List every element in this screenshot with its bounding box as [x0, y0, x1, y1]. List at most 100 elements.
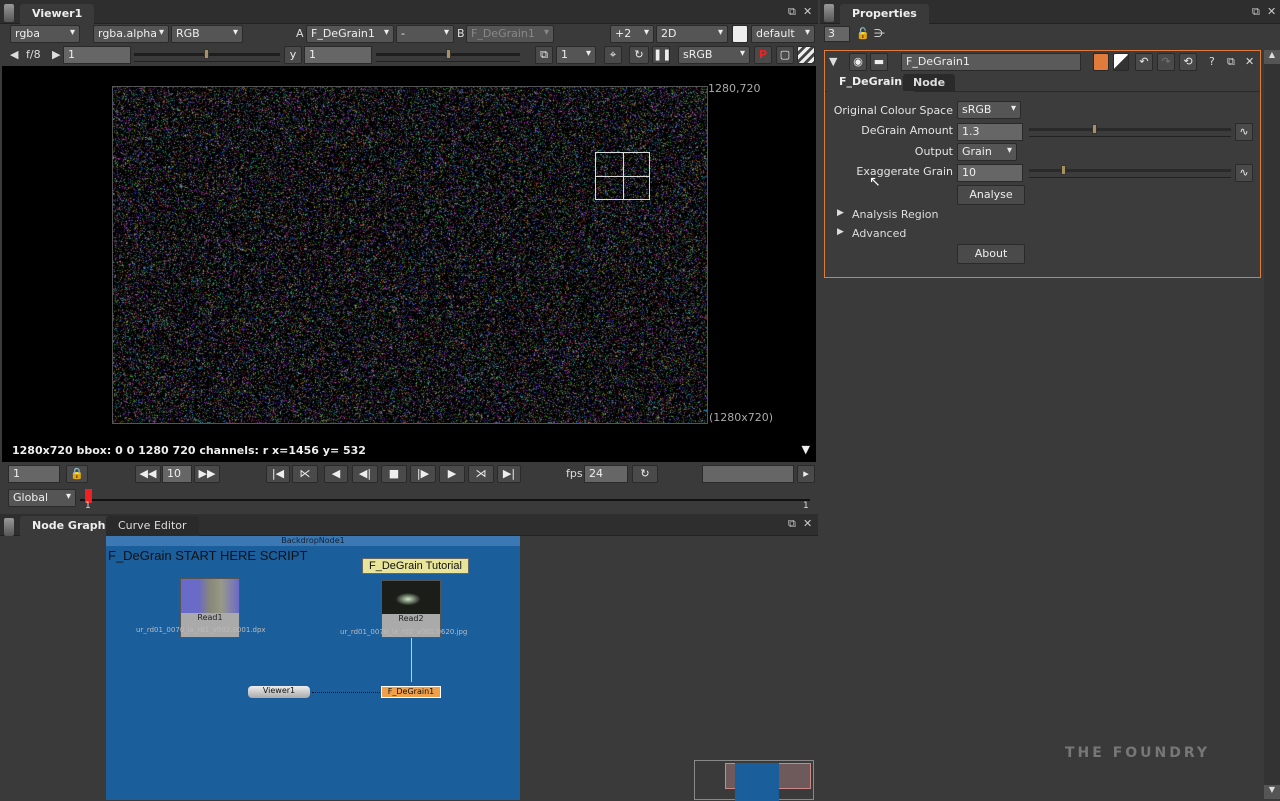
clip-warning-icon[interactable]: ▢ [776, 46, 794, 64]
composite-op-dropdown[interactable]: - [396, 25, 454, 43]
expand-icon[interactable]: ▶ [837, 208, 844, 218]
lock-icon[interactable]: 🔓 [856, 27, 870, 40]
play-forward-icon[interactable]: ▶ [439, 465, 465, 483]
refresh-icon[interactable]: ↻ [629, 46, 649, 64]
view-mode-dropdown[interactable]: 2D [656, 25, 728, 43]
fps-field[interactable]: 24 [584, 465, 628, 483]
info-expand-icon[interactable]: ▼ [802, 443, 810, 456]
gamma-field[interactable]: 1 [304, 46, 372, 64]
close-icon[interactable]: ✕ [1267, 5, 1276, 18]
help-icon[interactable]: ? [1209, 55, 1215, 68]
float-icon[interactable]: ⧉ [788, 5, 796, 19]
step-forward-icon[interactable]: |▶ [410, 465, 436, 483]
gamma-slider[interactable] [376, 48, 520, 62]
roi-box[interactable] [595, 152, 650, 200]
range-dropdown[interactable]: Global [8, 489, 76, 507]
fstop-prev-icon[interactable]: ◀ [10, 48, 18, 61]
wipe-icon[interactable] [797, 46, 815, 64]
prev-keyframe-icon[interactable]: ⋉ [292, 465, 318, 483]
skip-forward-icon[interactable]: ▶▶ [194, 465, 220, 483]
fstop-next-icon[interactable]: ▶ [52, 48, 60, 61]
panel-grip[interactable] [4, 518, 14, 536]
panel-grip[interactable] [824, 4, 834, 22]
proxy-icon[interactable]: ⧉ [535, 46, 553, 64]
colorspace-dropdown[interactable]: sRGB [678, 46, 750, 64]
lock-icon[interactable]: 🔒 [66, 465, 88, 483]
close-icon[interactable]: ✕ [1245, 55, 1254, 68]
exaggerate-grain-field[interactable]: 10 [957, 164, 1023, 182]
expand-icon[interactable]: ▶ [837, 227, 844, 237]
colour-space-dropdown[interactable]: sRGB [957, 101, 1021, 119]
float-icon[interactable]: ⧉ [788, 517, 796, 531]
skip-back-icon[interactable]: ◀◀ [135, 465, 161, 483]
max-panels-field[interactable]: 3 [824, 26, 850, 42]
minimap[interactable] [694, 760, 814, 800]
stop-icon[interactable]: ■ [381, 465, 407, 483]
first-frame-icon[interactable]: |◀ [266, 465, 290, 483]
increment-field[interactable]: 10 [162, 465, 192, 483]
view-node-icon[interactable]: ◉ [849, 53, 867, 71]
viewer-node[interactable]: Viewer1 [248, 686, 310, 698]
a-input-dropdown[interactable]: F_DeGrain1 [306, 25, 394, 43]
float-icon[interactable]: ⧉ [1252, 5, 1260, 19]
output-dropdown[interactable]: Grain [957, 143, 1017, 161]
backdrop-node[interactable]: BackdropNode1 F_DeGrain START HERE SCRIP… [106, 536, 520, 800]
loop-icon[interactable]: ↻ [632, 465, 658, 483]
last-frame-icon[interactable]: ▶| [497, 465, 521, 483]
tab-node[interactable]: Node [903, 74, 955, 91]
lut-dropdown[interactable]: default [751, 25, 815, 43]
degrain-node[interactable]: F_DeGrain1 [381, 686, 441, 698]
channels-dropdown[interactable]: rgba [10, 25, 80, 43]
exaggerate-grain-slider[interactable] [1029, 164, 1231, 178]
undo-icon[interactable]: ↶ [1135, 53, 1153, 71]
close-icon[interactable]: ✕ [803, 517, 812, 530]
advanced-section[interactable]: Advanced [852, 227, 906, 240]
curve-icon[interactable]: ∿ [1235, 123, 1253, 141]
timeline-options-icon[interactable]: ▸ [797, 465, 815, 483]
tab-viewer1[interactable]: Viewer1 [20, 4, 94, 24]
alpha-dropdown[interactable]: rgba.alpha [93, 25, 169, 43]
node-name-field[interactable]: F_DeGrain1 [901, 53, 1081, 71]
tab-properties[interactable]: Properties [840, 4, 929, 24]
next-keyframe-icon[interactable]: ⋊ [468, 465, 494, 483]
analysis-region-section[interactable]: Analysis Region [852, 208, 938, 221]
tab-curve-editor[interactable]: Curve Editor [106, 516, 199, 536]
gl-color-icon[interactable] [1113, 53, 1129, 71]
gain-slider[interactable] [134, 48, 280, 62]
float-icon[interactable]: ⧉ [1227, 55, 1235, 69]
input-process-icon[interactable]: P [754, 46, 772, 64]
degrain-amount-field[interactable]: 1.3 [957, 123, 1023, 141]
panel-grip[interactable] [4, 4, 14, 22]
pause-icon[interactable]: ❚❚ [652, 46, 670, 64]
tile-color-icon[interactable] [1093, 53, 1109, 71]
scrollbar[interactable]: ▲ ▼ [1264, 50, 1280, 785]
step-back-icon[interactable]: ◀| [352, 465, 378, 483]
revert-icon[interactable]: ⟲ [1179, 53, 1197, 71]
close-icon[interactable]: ✕ [803, 5, 812, 18]
curve-icon[interactable]: ∿ [1235, 164, 1253, 182]
display-dropdown[interactable]: RGB [171, 25, 243, 43]
playback-range-field[interactable] [702, 465, 794, 483]
lut-icon[interactable] [732, 25, 748, 43]
zoom-dropdown[interactable]: +2 [610, 25, 654, 43]
b-input-dropdown[interactable]: F_DeGrain1 [466, 25, 554, 43]
tab-node-graph[interactable]: Node Graph [20, 516, 118, 536]
tab-f-degrain[interactable]: F_DeGrain [827, 72, 914, 92]
proxy-dropdown[interactable]: 1 [556, 46, 596, 64]
collapse-icon[interactable]: ▼ [829, 55, 837, 68]
fps-label: fps [566, 467, 583, 480]
gain-field[interactable]: 1 [63, 46, 131, 64]
analyse-button[interactable]: Analyse [957, 185, 1025, 205]
node-color-icon[interactable]: ▬ [870, 53, 888, 71]
frame-field[interactable]: 1 [8, 465, 60, 483]
sticky-note[interactable]: F_DeGrain Tutorial [362, 558, 469, 574]
degrain-amount-slider[interactable] [1029, 123, 1231, 137]
redo-icon[interactable]: ↷ [1157, 53, 1175, 71]
read1-thumbnail [181, 579, 239, 613]
viewer-canvas[interactable]: 1280,720 (1280x720) [2, 66, 816, 440]
roi-icon[interactable]: ⌖ [604, 46, 622, 64]
timeline[interactable]: 1 1 [80, 487, 810, 511]
clear-panels-icon[interactable]: ⋺ [874, 27, 885, 40]
play-backward-icon[interactable]: ◀ [324, 465, 348, 483]
about-button[interactable]: About [957, 244, 1025, 264]
